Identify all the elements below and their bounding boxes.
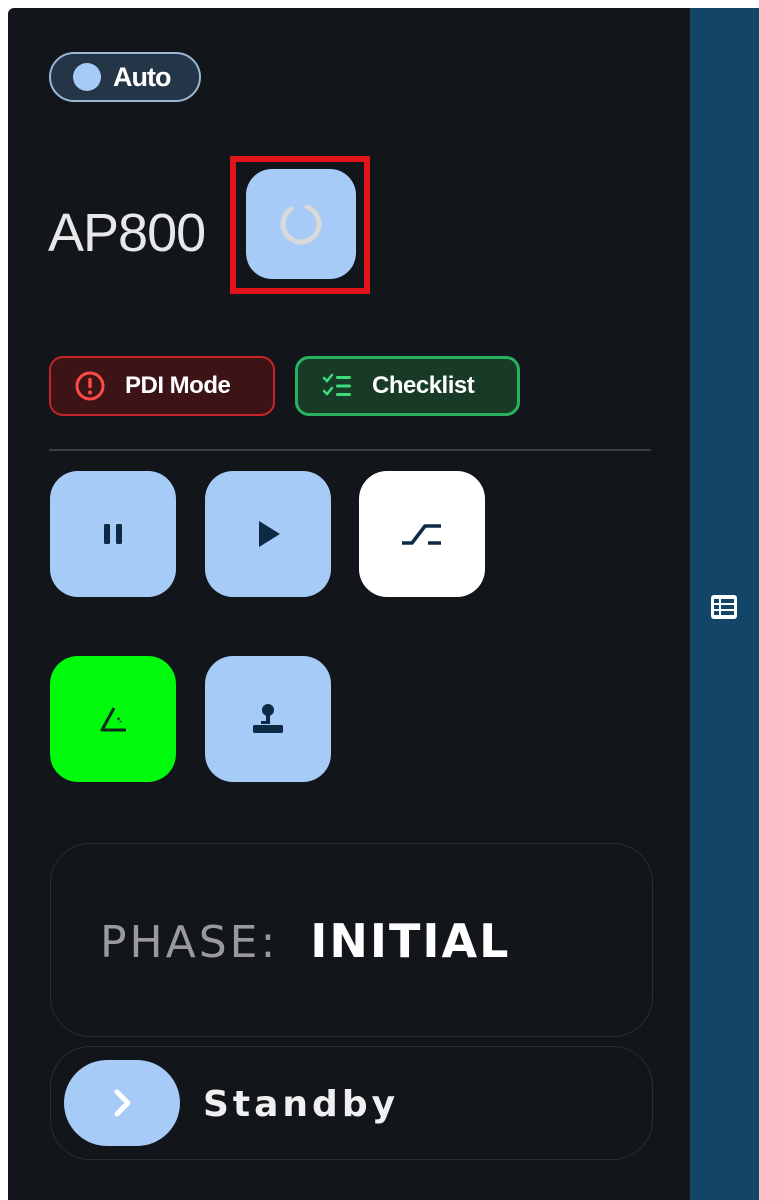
checklist-label: Checklist — [372, 372, 475, 399]
pause-button[interactable] — [50, 471, 176, 597]
right-sidebar — [690, 8, 759, 1200]
phase-row: PHASE: INITIAL — [100, 914, 510, 968]
list-view-icon[interactable] — [709, 592, 739, 622]
standby-label: Standby — [203, 1084, 400, 1125]
refresh-button[interactable] — [246, 169, 356, 279]
divider — [49, 449, 651, 451]
chevron-right-icon — [114, 1089, 131, 1117]
standby-card: Standby — [50, 1046, 653, 1160]
alert-circle-icon — [75, 371, 105, 401]
play-button[interactable] — [205, 471, 331, 597]
angle-icon — [100, 707, 126, 732]
pdi-mode-label: PDI Mode — [125, 372, 231, 399]
auto-toggle-label: Auto — [113, 61, 171, 92]
toggle-knob — [73, 63, 101, 91]
ramp-button[interactable] — [359, 471, 485, 597]
play-icon — [259, 521, 280, 547]
loading-ring-icon — [280, 203, 322, 245]
page: Auto AP800 PDI Mode Checklist PHASE: INI… — [0, 0, 759, 1200]
checklist-icon — [322, 373, 351, 396]
joystick-icon — [253, 704, 283, 733]
auto-toggle[interactable]: Auto — [49, 52, 201, 102]
phase-label: PHASE: — [100, 917, 279, 968]
phase-card: PHASE: INITIAL — [50, 843, 653, 1037]
page-title: AP800 — [48, 203, 206, 263]
angle-button[interactable] — [50, 656, 176, 782]
phase-value: INITIAL — [310, 914, 511, 968]
ramp-icon — [402, 524, 441, 545]
pdi-mode-chip[interactable]: PDI Mode — [49, 356, 275, 416]
standby-button[interactable] — [64, 1060, 180, 1146]
joystick-button[interactable] — [205, 656, 331, 782]
checklist-chip[interactable]: Checklist — [295, 356, 520, 416]
pause-icon — [104, 524, 122, 544]
